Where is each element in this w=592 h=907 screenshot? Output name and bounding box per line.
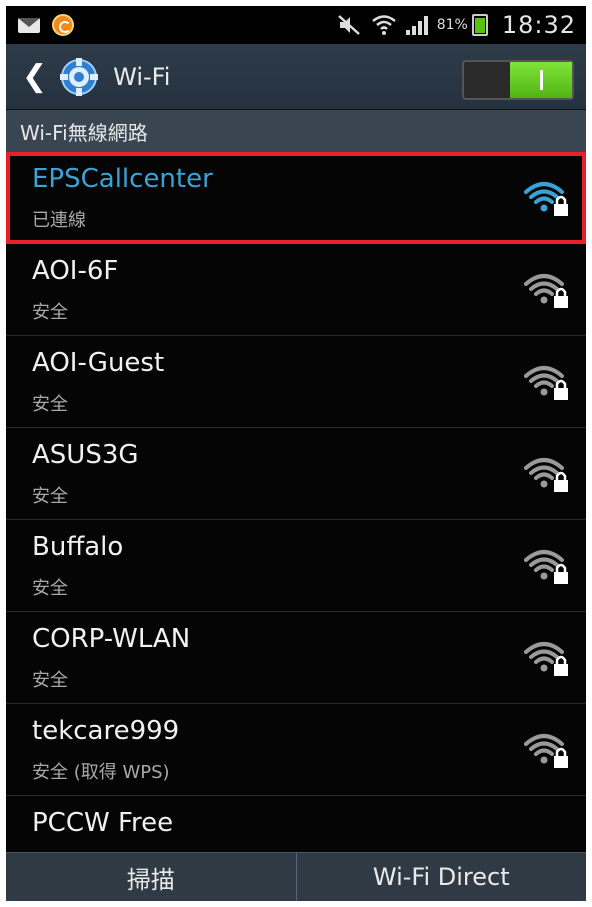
network-name: AOI-6F	[32, 256, 119, 286]
secured-wifi-icon	[524, 458, 568, 492]
network-name: PCCW Free	[32, 808, 174, 838]
network-status: 安全	[32, 486, 68, 507]
toggle-on-knob	[510, 62, 572, 98]
network-row[interactable]: tekcare999 安全 (取得 WPS)	[6, 704, 586, 796]
battery-indicator: 81%	[437, 14, 488, 36]
network-name: tekcare999	[32, 716, 180, 746]
secured-wifi-icon	[524, 734, 568, 768]
status-bar: 81% 18:32	[6, 6, 586, 44]
network-row[interactable]: CORP-WLAN 安全	[6, 612, 586, 704]
bottom-bar: 掃描 Wi-Fi Direct	[6, 852, 586, 901]
network-list: EPSCallcenter 已連線 AOI-6F 安全 AOI-Guest 安全 ASUS3…	[6, 152, 586, 888]
mail-icon	[18, 17, 40, 33]
network-status: 安全	[32, 670, 68, 691]
page-title: Wi-Fi	[113, 62, 171, 91]
secured-wifi-icon	[524, 550, 568, 584]
mute-icon	[337, 15, 360, 35]
action-bar: ❮ Wi-Fi	[6, 44, 586, 110]
network-status: 安全	[32, 302, 68, 323]
back-arrow-icon[interactable]: ❮	[22, 61, 47, 92]
wifi-direct-button[interactable]: Wi-Fi Direct	[297, 853, 587, 901]
battery-percent: 81%	[436, 17, 468, 33]
settings-gear-icon[interactable]	[57, 55, 101, 99]
secured-wifi-icon	[524, 274, 568, 308]
network-status: 安全	[32, 578, 68, 599]
network-row[interactable]: Buffalo 安全	[6, 520, 586, 612]
network-name: EPSCallcenter	[32, 164, 213, 194]
section-header: Wi-Fi無線網路	[6, 110, 586, 152]
sync-icon	[52, 14, 74, 36]
wifi-signal-icon	[371, 15, 396, 35]
network-name: CORP-WLAN	[32, 624, 191, 654]
network-status: 安全	[32, 394, 68, 415]
network-row[interactable]: AOI-Guest 安全	[6, 336, 586, 428]
network-name: AOI-Guest	[32, 348, 165, 378]
cell-signal-icon	[405, 16, 428, 35]
network-row[interactable]: AOI-6F 安全	[6, 244, 586, 336]
status-clock: 18:32	[501, 11, 576, 39]
phone-screen: 81% 18:32 ❮ Wi-Fi Wi-Fi無線網路 EPSCallcente…	[6, 6, 586, 901]
secured-wifi-icon	[524, 642, 568, 676]
network-name: ASUS3G	[32, 440, 139, 470]
scan-button[interactable]: 掃描	[6, 853, 297, 901]
battery-icon	[471, 14, 488, 36]
wifi-toggle[interactable]	[462, 60, 574, 100]
network-status: 已連線	[32, 210, 86, 231]
network-row[interactable]: ASUS3G 安全	[6, 428, 586, 520]
network-row[interactable]: EPSCallcenter 已連線	[6, 152, 586, 244]
network-name: Buffalo	[32, 532, 124, 562]
secured-wifi-icon	[524, 182, 568, 216]
secured-wifi-icon	[524, 366, 568, 400]
network-status: 安全 (取得 WPS)	[32, 762, 170, 783]
